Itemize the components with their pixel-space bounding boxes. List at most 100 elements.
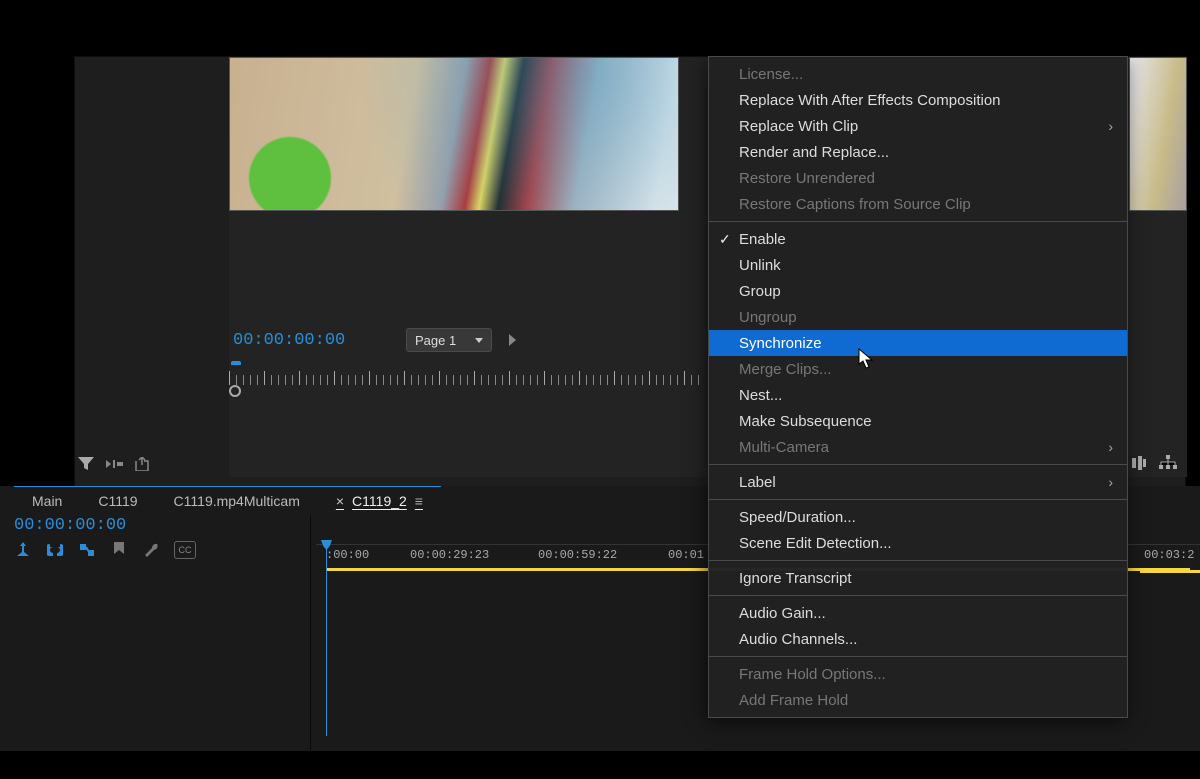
menu-separator (709, 656, 1127, 657)
timeline-divider (310, 516, 311, 751)
menu-item-label: Enable (739, 231, 786, 248)
menu-item-label: Frame Hold Options... (739, 666, 886, 683)
chevron-right-icon: › (1108, 474, 1113, 490)
tab-label: C1119_2 (352, 493, 407, 509)
captions-icon[interactable]: CC (174, 541, 196, 559)
menu-item: Restore Captions from Source Clip (709, 191, 1127, 217)
menu-item: Ungroup (709, 304, 1127, 330)
ruler-tick-label: 00:03:2 (1144, 548, 1194, 562)
menu-item[interactable]: Audio Channels... (709, 626, 1127, 652)
menu-item-label: Audio Gain... (739, 605, 826, 622)
menu-separator (709, 595, 1127, 596)
ruler-tick-label: 00:00:59:22 (538, 548, 617, 562)
page-selector[interactable]: Page 1 (406, 328, 492, 352)
ruler-tick-label: :00:00 (326, 548, 369, 562)
menu-item-label: Ignore Transcript (739, 570, 852, 587)
timeline-playhead[interactable] (326, 546, 327, 736)
menu-item-label: Group (739, 283, 781, 300)
menu-item-label: Scene Edit Detection... (739, 535, 892, 552)
tab-label: C1119 (98, 493, 137, 509)
timeline-tab[interactable]: C1119 (80, 489, 155, 513)
menu-item[interactable]: Scene Edit Detection... (709, 530, 1127, 556)
menu-item[interactable]: ✓ Enable (709, 226, 1127, 252)
menu-item[interactable]: Render and Replace... (709, 139, 1127, 165)
menu-item[interactable]: Speed/Duration... (709, 504, 1127, 530)
menu-separator (709, 560, 1127, 561)
menu-item: Add Frame Hold (709, 687, 1127, 713)
timeline-tab[interactable]: × C1119_2 ≡ (318, 489, 441, 513)
menu-item: License... (709, 61, 1127, 87)
filter-icon[interactable] (77, 455, 95, 473)
timeline-tab[interactable]: C1119.mp4Multicam (156, 489, 318, 513)
video-thumbnail[interactable] (229, 57, 679, 211)
wrench-icon[interactable] (142, 541, 160, 559)
ruler-ticks (229, 375, 699, 385)
timeline-timecode[interactable]: 00:00:00:00 (14, 516, 314, 535)
check-icon: ✓ (719, 231, 731, 248)
menu-item[interactable]: Audio Gain... (709, 600, 1127, 626)
page-next-button[interactable] (502, 328, 522, 352)
menu-item-label: Restore Unrendered (739, 170, 875, 187)
context-menu: License... Replace With After Effects Com… (708, 56, 1128, 718)
menu-item: Merge Clips... (709, 356, 1127, 382)
menu-item-label: Replace With After Effects Composition (739, 92, 1001, 109)
menu-item-label: Speed/Duration... (739, 509, 856, 526)
menu-item[interactable]: Make Subsequence (709, 408, 1127, 434)
menu-item-label: Add Frame Hold (739, 692, 848, 709)
tab-label: C1119.mp4Multicam (174, 493, 300, 509)
menu-item[interactable]: Unlink (709, 252, 1127, 278)
source-time-ruler[interactable] (229, 365, 699, 391)
menu-item-label: Ungroup (739, 309, 797, 326)
menu-item[interactable]: Ignore Transcript (709, 565, 1127, 591)
linked-selection-icon[interactable] (78, 541, 96, 559)
magnet-icon[interactable] (46, 541, 64, 559)
menu-item-label: Make Subsequence (739, 413, 872, 430)
timeline-tab[interactable]: Main (14, 489, 80, 513)
tab-menu-icon[interactable]: ≡ (415, 493, 423, 509)
menu-item-label: Audio Channels... (739, 631, 857, 648)
source-scrub-circle[interactable] (229, 385, 241, 397)
video-thumbnail-secondary[interactable] (1129, 57, 1187, 211)
export-icon[interactable] (133, 455, 151, 473)
page-selector-label: Page 1 (415, 333, 456, 348)
work-area-bar-right (1140, 570, 1200, 573)
ruler-tick-label: 00:01 (668, 548, 704, 562)
close-icon[interactable]: × (336, 493, 344, 509)
source-timecode[interactable]: 00:00:00:00 (233, 331, 345, 350)
settings-icon[interactable] (1131, 455, 1147, 476)
menu-item[interactable]: Replace With After Effects Composition (709, 87, 1127, 113)
ruler-tick-label: 00:00:29:23 (410, 548, 489, 562)
chevron-right-icon: › (1108, 439, 1113, 455)
menu-separator (709, 464, 1127, 465)
menu-item-label: Restore Captions from Source Clip (739, 196, 971, 213)
snap-icon[interactable] (14, 541, 32, 559)
menu-item[interactable]: Nest... (709, 382, 1127, 408)
menu-item-label: Multi-Camera (739, 439, 829, 456)
menu-item-label: Merge Clips... (739, 361, 832, 378)
chevron-right-icon: › (1108, 118, 1113, 134)
menu-item[interactable]: Group (709, 278, 1127, 304)
timeline-ruler-right: 00:03:2 (1140, 544, 1200, 566)
menu-item: Multi-Camera › (709, 434, 1127, 460)
menu-item-label: License... (739, 66, 803, 83)
insert-icon[interactable] (105, 455, 123, 473)
menu-item[interactable]: Replace With Clip › (709, 113, 1127, 139)
menu-item[interactable]: Label › (709, 469, 1127, 495)
network-icon[interactable] (1159, 455, 1177, 476)
chevron-down-icon (475, 338, 483, 343)
timeline-tabs: Main C1119 C1119.mp4Multicam × C1119_2 ≡ (14, 486, 441, 514)
menu-item-label: Nest... (739, 387, 782, 404)
letterbox-bottom (0, 751, 1200, 779)
tab-label: Main (32, 493, 62, 509)
menu-item-label: Unlink (739, 257, 781, 274)
monitor-right-icons (1131, 455, 1177, 476)
menu-item[interactable]: Synchronize (709, 330, 1127, 356)
marker-icon[interactable] (110, 541, 128, 559)
menu-item-label: Synchronize (739, 335, 822, 352)
menu-item: Restore Unrendered (709, 165, 1127, 191)
menu-separator (709, 499, 1127, 500)
menu-item-label: Label (739, 474, 776, 491)
app-root: 00:00:00:00 Page 1 (0, 0, 1200, 779)
menu-item-label: Replace With Clip (739, 118, 858, 135)
letterbox-top (0, 0, 1200, 56)
